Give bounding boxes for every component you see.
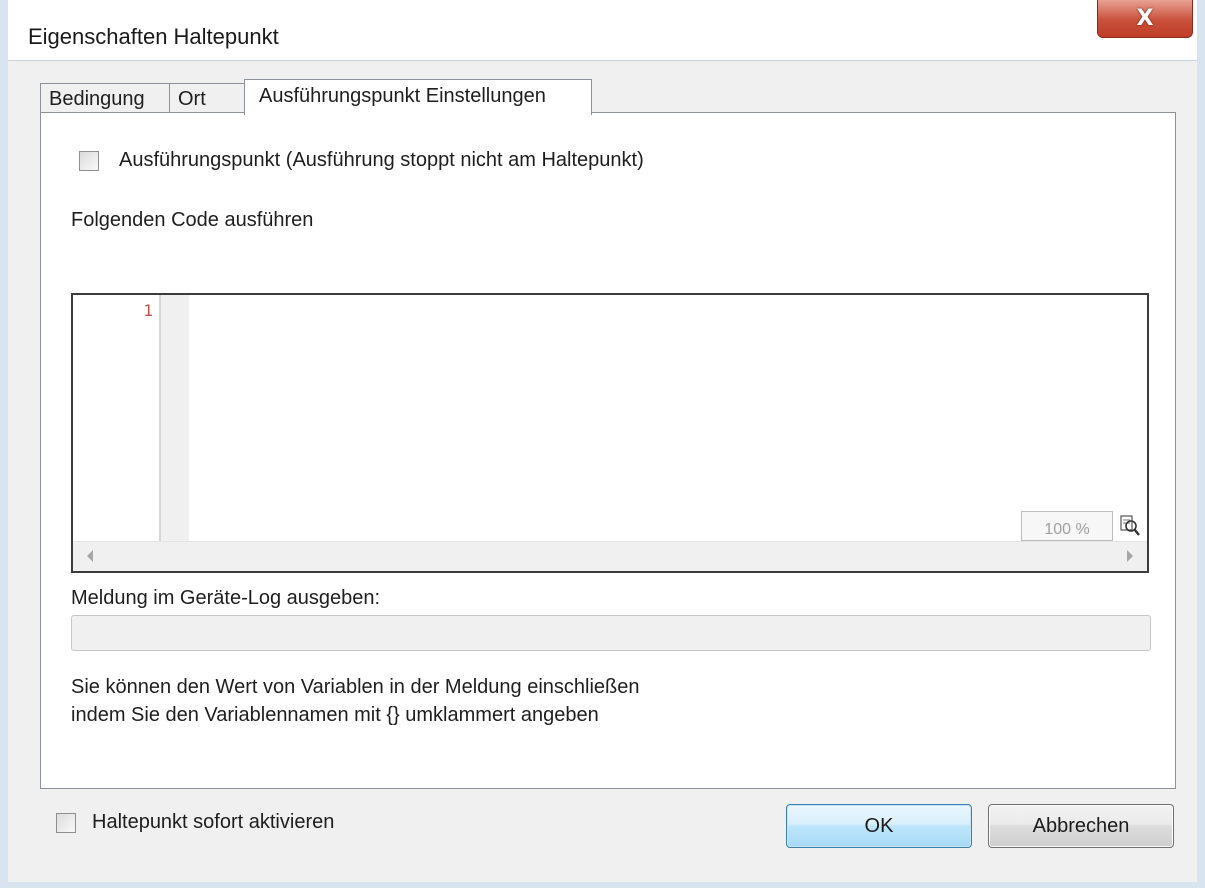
log-message-input[interactable]	[71, 615, 1151, 651]
tab-ort[interactable]: Ort	[169, 83, 245, 113]
tracepoint-checkbox[interactable]	[79, 151, 99, 171]
scroll-right-icon[interactable]	[1127, 550, 1133, 562]
code-editor[interactable]: 1 100 %	[71, 293, 1149, 573]
close-icon: X	[1136, 6, 1154, 31]
cancel-button[interactable]: Abbrechen	[988, 804, 1174, 848]
hint-line-2: indem Sie den Variablennamen mit {} umkl…	[71, 704, 599, 726]
tab-ausfuehrungspunkt-einstellungen[interactable]: Ausführungspunkt Einstellungen	[244, 79, 592, 115]
title-bar: Eigenschaften Haltepunkt X	[8, 0, 1197, 60]
tab-bedingung[interactable]: Bedingung	[40, 83, 170, 113]
line-number-gutter: 1	[73, 295, 161, 541]
activate-checkbox[interactable]	[56, 813, 76, 833]
hint-line-1: Sie können den Wert von Variablen in der…	[71, 676, 640, 698]
scroll-left-icon[interactable]	[87, 550, 93, 562]
close-button[interactable]: X	[1097, 0, 1193, 38]
magnifier-icon[interactable]	[1115, 511, 1145, 541]
fold-margin	[161, 295, 189, 541]
window-title: Eigenschaften Haltepunkt	[28, 24, 279, 49]
horizontal-scrollbar[interactable]	[73, 541, 1147, 571]
dialog-window: Eigenschaften Haltepunkt X Bedingung Ort…	[0, 0, 1205, 888]
line-number: 1	[143, 301, 153, 320]
ok-button[interactable]: OK	[786, 804, 972, 848]
code-label: Folgenden Code ausführen	[71, 209, 314, 231]
hint-text: Sie können den Wert von Variablen in der…	[71, 673, 640, 729]
zoom-level[interactable]: 100 %	[1021, 511, 1113, 541]
tracepoint-checkbox-label[interactable]: Ausführungspunkt (Ausführung stoppt nich…	[119, 149, 644, 172]
dialog-content: Bedingung Ort Ausführungspunkt Einstellu…	[8, 60, 1197, 882]
tab-panel: Ausführungspunkt (Ausführung stoppt nich…	[40, 112, 1176, 789]
activate-checkbox-label[interactable]: Haltepunkt sofort aktivieren	[92, 811, 334, 834]
log-label: Meldung im Geräte-Log ausgeben:	[71, 587, 381, 609]
